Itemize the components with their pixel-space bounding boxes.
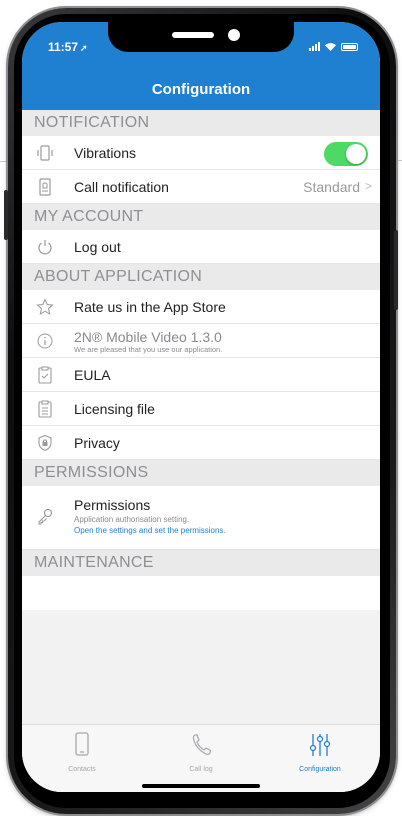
- tab-call-log[interactable]: Call log: [151, 731, 251, 773]
- section-header-notification: NOTIFICATION: [22, 110, 380, 136]
- star-icon: [36, 298, 54, 316]
- shield-lock-icon: [38, 434, 52, 452]
- tab-bar: Contacts Call log Configuration: [22, 724, 380, 792]
- section-header-permissions: PERMISSIONS: [22, 460, 380, 486]
- handset-icon: [192, 734, 212, 755]
- home-indicator[interactable]: [142, 784, 260, 788]
- call-notification-label: Call notification: [74, 179, 169, 195]
- info-icon: [37, 333, 53, 349]
- rate-us-label: Rate us in the App Store: [74, 299, 226, 315]
- wifi-icon: [325, 42, 336, 51]
- vibrations-toggle[interactable]: [324, 142, 368, 166]
- page-title: Configuration: [151, 81, 251, 98]
- permissions-row[interactable]: Permissions Application authorisation se…: [22, 486, 380, 550]
- nav-bar: Configuration: [22, 70, 380, 110]
- section-header-my-account: MY ACCOUNT: [22, 204, 380, 230]
- call-notification-icon: [39, 178, 51, 196]
- signal-icon: [309, 42, 320, 51]
- vibrations-row: Vibrations: [22, 136, 380, 170]
- call-notification-value: Standard: [303, 179, 360, 195]
- tab-contacts[interactable]: Contacts: [32, 731, 132, 773]
- toggle-knob: [346, 144, 366, 164]
- battery-icon: [341, 42, 358, 51]
- tab-call-log-label: Call log: [189, 766, 213, 773]
- vibrations-label: Vibrations: [74, 145, 137, 161]
- volume-button: [4, 190, 8, 240]
- screen: 11:57 ➚ Configuration NOTIFICATION Vibrat…: [22, 22, 380, 792]
- open-settings-link[interactable]: Open the settings and set the permission…: [74, 526, 226, 535]
- app-version-label: 2N® Mobile Video 1.3.0: [74, 329, 222, 345]
- power-icon: [38, 240, 52, 255]
- time-text: 11:57: [48, 40, 79, 54]
- location-arrow-icon: ➚: [80, 43, 88, 53]
- document-list-icon: [38, 400, 52, 418]
- app-version-row: 2N® Mobile Video 1.3.0 We are pleased th…: [22, 324, 380, 358]
- settings-list: NOTIFICATION Vibrations Call notificatio…: [22, 110, 380, 610]
- status-time: 11:57 ➚: [48, 40, 88, 54]
- tab-configuration-label: Configuration: [299, 766, 341, 773]
- front-camera: [228, 29, 240, 41]
- phone-device-icon: [75, 732, 89, 756]
- privacy-row[interactable]: Privacy: [22, 426, 380, 460]
- call-notification-row[interactable]: Call notification Standard >: [22, 170, 380, 204]
- log-out-row[interactable]: Log out: [22, 230, 380, 264]
- key-icon: [38, 508, 53, 525]
- sliders-icon: [309, 734, 331, 756]
- permissions-label: Permissions: [74, 497, 151, 513]
- rate-us-row[interactable]: Rate us in the App Store: [22, 290, 380, 324]
- notch: [108, 22, 294, 52]
- power-button: [394, 230, 398, 310]
- chevron-right-icon: >: [364, 179, 372, 193]
- speaker-grille: [172, 32, 214, 38]
- section-header-maintenance: MAINTENANCE: [22, 550, 380, 576]
- licensing-file-label: Licensing file: [74, 401, 155, 417]
- status-icons: [309, 42, 358, 51]
- tab-contacts-label: Contacts: [68, 766, 96, 773]
- app-version-subtitle: We are pleased that you use our applicat…: [74, 345, 223, 354]
- tab-configuration[interactable]: Configuration: [270, 731, 370, 773]
- vibration-icon: [37, 145, 53, 161]
- log-out-label: Log out: [74, 239, 121, 255]
- privacy-label: Privacy: [74, 435, 120, 451]
- licensing-file-row[interactable]: Licensing file: [22, 392, 380, 426]
- document-check-icon: [38, 366, 52, 384]
- eula-row[interactable]: EULA: [22, 358, 380, 392]
- maintenance-row-empty: [22, 576, 380, 610]
- section-header-about-application: ABOUT APPLICATION: [22, 264, 380, 290]
- permissions-subtitle: Application authorisation setting.: [74, 515, 190, 524]
- eula-label: EULA: [74, 367, 111, 383]
